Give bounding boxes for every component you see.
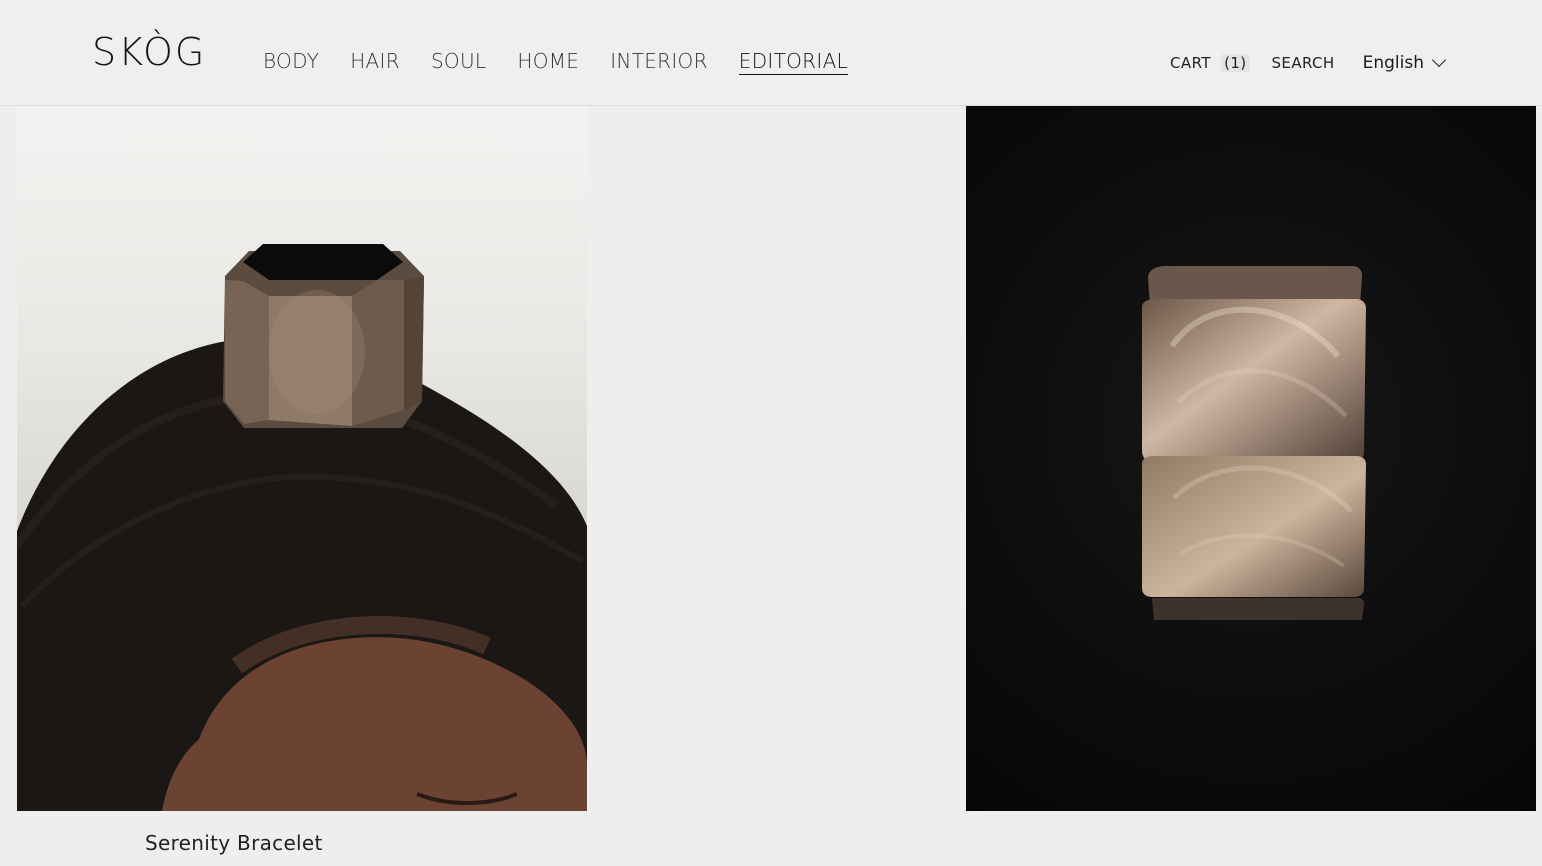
language-selector[interactable]: English bbox=[1362, 52, 1447, 73]
language-label: English bbox=[1362, 53, 1424, 73]
cart-label: CART bbox=[1170, 54, 1211, 72]
brand-logo[interactable]: SKÒG bbox=[92, 30, 206, 74]
product-title[interactable]: Serenity Bracelet bbox=[145, 831, 323, 855]
chevron-down-icon bbox=[1431, 52, 1447, 68]
nav-interior[interactable]: INTERIOR bbox=[610, 48, 708, 75]
product-photo-bracelet[interactable] bbox=[966, 106, 1536, 811]
nav-soul[interactable]: SOUL bbox=[431, 48, 486, 75]
nav-editorial[interactable]: EDITORIAL bbox=[738, 48, 848, 75]
search-button[interactable]: SEARCH bbox=[1272, 54, 1335, 72]
bracelet-closeup-illustration bbox=[1142, 266, 1366, 620]
nav-hair[interactable]: HAIR bbox=[350, 48, 400, 75]
product-photo-model[interactable] bbox=[17, 106, 587, 811]
top-header: SKÒG BODY HAIR SOUL HOME INTERIOR EDITOR… bbox=[0, 0, 1542, 106]
nav-home[interactable]: HOME bbox=[517, 48, 579, 75]
main-nav: BODY HAIR SOUL HOME INTERIOR EDITORIAL bbox=[263, 48, 879, 75]
header-actions: CART (1) SEARCH English bbox=[1148, 52, 1447, 73]
nav-body[interactable]: BODY bbox=[263, 48, 319, 75]
model-wearing-bracelet-illustration bbox=[17, 244, 587, 811]
cart-button[interactable]: CART (1) bbox=[1170, 54, 1250, 72]
cart-count: (1) bbox=[1221, 54, 1250, 72]
